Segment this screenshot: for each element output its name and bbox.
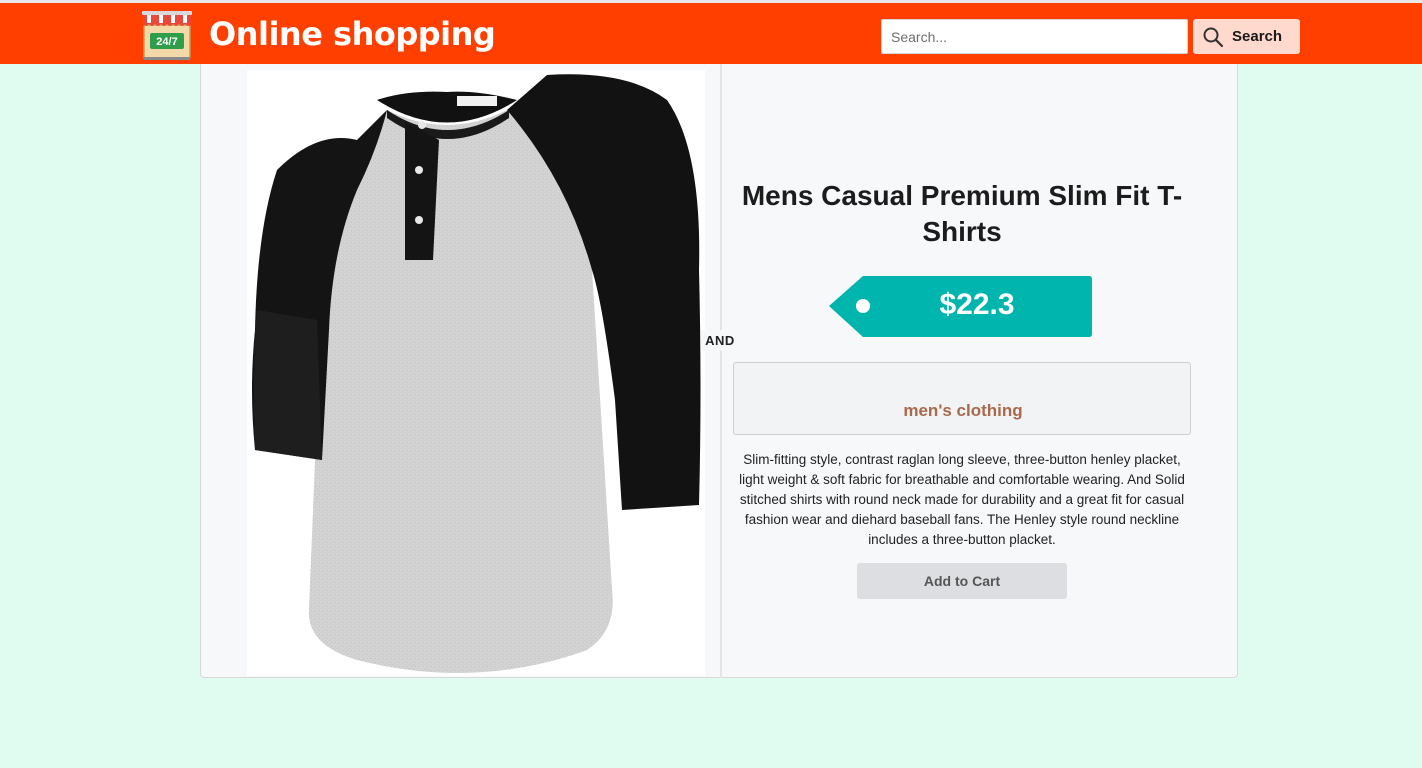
product-category: men's clothing — [903, 401, 1023, 420]
brand-title: Online shopping — [209, 15, 496, 53]
product-description: Slim-fitting style, contrast raglan long… — [739, 452, 1185, 547]
category-box: men's clothing — [733, 362, 1191, 435]
store-24-7-icon: 24/7 — [140, 7, 194, 61]
search-button[interactable]: Search — [1193, 19, 1300, 54]
product-card: AND Mens Casual Premium Slim Fit T-Shirt… — [200, 64, 1238, 678]
raglan-henley-shirt-image — [252, 74, 701, 673]
product-title: Mens Casual Premium Slim Fit T-Shirts — [741, 180, 1183, 247]
magnifier-icon — [1202, 26, 1224, 48]
logo-text: 24/7 — [156, 36, 177, 48]
price-tag: $22.3 — [829, 272, 1093, 338]
product-image — [247, 70, 705, 676]
search-input[interactable] — [881, 19, 1188, 54]
top-navigation-bar: 24/7 Online shopping Search — [0, 0, 1422, 64]
vertical-divider — [720, 64, 722, 678]
add-to-cart-button[interactable]: Add to Cart — [857, 563, 1067, 599]
brand[interactable]: 24/7 Online shopping — [140, 7, 496, 61]
product-price: $22.3 — [939, 288, 1015, 321]
search-button-label: Search — [1232, 28, 1283, 45]
separator-label: AND — [701, 330, 739, 351]
